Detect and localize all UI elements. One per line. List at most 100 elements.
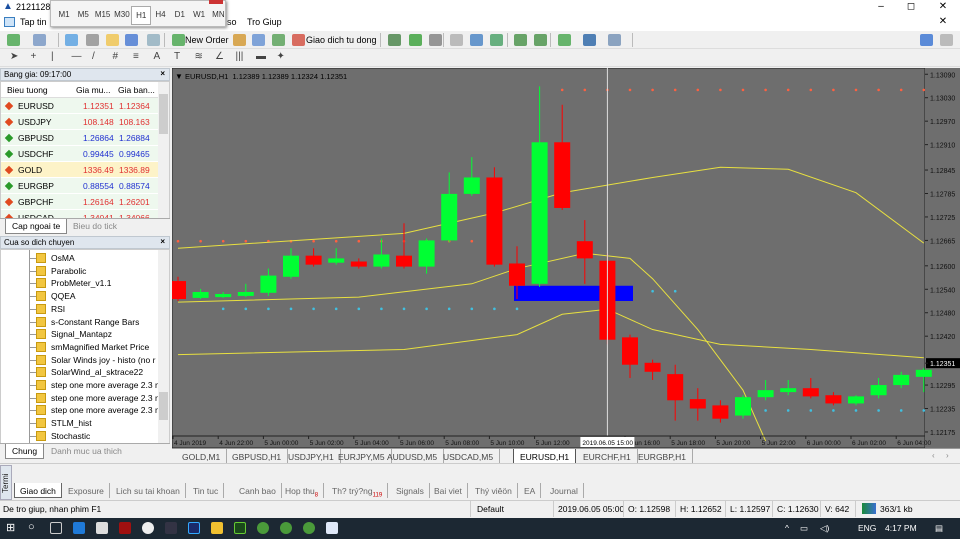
maximize-button[interactable]: ◻: [896, 0, 926, 14]
tab-scroll-left-icon[interactable]: ‹: [932, 451, 935, 460]
chart-canvas[interactable]: 1.13090 1.13030 1.12970 1.12910 1.12845 1.127…: [172, 68, 960, 448]
close-button[interactable]: ✕: [928, 0, 958, 14]
chrome-icon[interactable]: [257, 522, 269, 534]
tab-symbols[interactable]: Cap ngoai te: [5, 219, 68, 234]
trendline-icon[interactable]: /: [92, 51, 95, 62]
tab-scroll-right-icon[interactable]: ›: [946, 451, 949, 460]
text-label-icon[interactable]: T: [174, 51, 180, 62]
search-icon[interactable]: [920, 34, 933, 46]
tab-favorites[interactable]: Danh muc ua thich: [45, 444, 128, 459]
chart-tab[interactable]: EURGBP,H1: [632, 449, 694, 464]
terminal-tab[interactable]: Hop thu8: [280, 483, 325, 499]
navigator-icon[interactable]: [106, 34, 119, 46]
terminal-tab[interactable]: Signals: [391, 483, 430, 498]
gann-icon[interactable]: ∠: [215, 51, 224, 62]
chart-tab[interactable]: EURUSD,H1: [513, 449, 577, 464]
cycle-lines-icon[interactable]: |||: [236, 51, 244, 62]
line-chart-icon[interactable]: [429, 34, 442, 46]
crosshair-icon[interactable]: [86, 34, 99, 46]
close-icon[interactable]: ×: [160, 69, 165, 78]
market-watch-row[interactable]: EURUSD 1.12351 1.12364: [1, 98, 169, 114]
vertical-line-icon[interactable]: |: [51, 51, 54, 62]
market-watch-row[interactable]: GBPCHF 1.26164 1.26201: [1, 194, 169, 210]
minimize-button[interactable]: –: [866, 0, 896, 14]
equidistant-channel-icon[interactable]: #: [113, 51, 119, 62]
price-chart[interactable]: 1.13090 1.13030 1.12970 1.12910 1.12845 1.127…: [172, 68, 960, 448]
terminal-tab[interactable]: Journal: [545, 483, 584, 498]
windows-start-icon[interactable]: ⊞: [6, 521, 15, 534]
autoscroll-icon[interactable]: [534, 34, 547, 46]
column-ask[interactable]: Gia ban...: [118, 85, 155, 95]
column-symbol[interactable]: Bieu tuong: [7, 85, 48, 95]
market-watch-icon[interactable]: [65, 34, 78, 46]
terminal-tab[interactable]: Bai viet: [429, 483, 468, 498]
terminal-tab[interactable]: Thý viêön: [470, 483, 518, 498]
close-icon[interactable]: ×: [160, 237, 165, 246]
chart-tab[interactable]: USDCAD,M5: [437, 449, 501, 464]
tab-tick-chart[interactable]: Bieu do tick: [67, 219, 123, 234]
zoom-in-icon[interactable]: [450, 34, 463, 46]
auto-trading-icon[interactable]: [292, 34, 305, 46]
crosshair-icon[interactable]: +: [31, 51, 37, 62]
chart-close-button[interactable]: ✕: [928, 15, 958, 29]
timeframe-m15[interactable]: M15: [93, 10, 113, 19]
auto-trading-button[interactable]: Giao dich tu dong: [306, 35, 377, 45]
timeframe-mn[interactable]: MN: [208, 10, 228, 19]
dreamweaver-icon[interactable]: [234, 522, 246, 534]
candlestick-icon[interactable]: [409, 34, 422, 46]
chart-tab[interactable]: GOLD,M1: [176, 449, 228, 464]
timeframe-m30[interactable]: M30: [112, 10, 132, 19]
fibo-fan-icon[interactable]: ≋: [195, 51, 203, 62]
timeframe-h4[interactable]: H4: [151, 10, 171, 19]
timeframe-m1[interactable]: M1: [54, 10, 74, 19]
tab-common[interactable]: Chung: [5, 444, 45, 459]
edge-icon[interactable]: [73, 522, 85, 534]
zoom-out-icon[interactable]: [470, 34, 483, 46]
timeframe-h1[interactable]: H1: [131, 6, 152, 25]
market-watch-row[interactable]: USDCHF 0.99445 0.99465: [1, 146, 169, 162]
app-icon[interactable]: [96, 522, 108, 534]
tray-chevron-icon[interactable]: ^: [785, 523, 789, 533]
templates-icon[interactable]: [608, 34, 621, 46]
horizontal-line-icon[interactable]: —: [72, 51, 82, 62]
file-explorer-icon[interactable]: [211, 522, 223, 534]
maps-icon[interactable]: [142, 522, 154, 534]
column-bid[interactable]: Gia mu...: [76, 85, 110, 95]
community-icon[interactable]: [252, 34, 265, 46]
new-order-button[interactable]: New Order: [185, 35, 229, 45]
terminal-tab[interactable]: EA: [519, 483, 542, 498]
strategy-tester-icon[interactable]: [147, 34, 160, 46]
terminal-icon[interactable]: [125, 34, 138, 46]
bar-chart-icon[interactable]: [388, 34, 401, 46]
arrows-icon[interactable]: ✦: [277, 51, 285, 62]
chart-collapse-icon[interactable]: ▼: [175, 72, 183, 81]
rectangle-icon[interactable]: ▬: [256, 51, 266, 62]
app-icon[interactable]: [165, 522, 177, 534]
market-watch-row[interactable]: GOLD 1336.49 1336.89: [1, 162, 169, 178]
market-watch-row[interactable]: EURGBP 0.88554 0.88574: [1, 178, 169, 194]
chart-shift-icon[interactable]: [514, 34, 527, 46]
volume-icon[interactable]: ◁): [820, 523, 829, 534]
terminal-tab[interactable]: Exposure: [63, 483, 110, 498]
market-watch-row[interactable]: USDJPY 108.148 108.163: [1, 114, 169, 130]
text-icon[interactable]: A: [154, 51, 161, 62]
new-chart-icon[interactable]: [7, 34, 20, 46]
notifications-icon[interactable]: ▤: [935, 523, 943, 534]
chrome-icon[interactable]: [280, 522, 292, 534]
menu-item[interactable]: Tap tin: [20, 17, 47, 27]
chart-menu-icon[interactable]: [4, 17, 15, 27]
chrome-icon[interactable]: [303, 522, 315, 534]
terminal-tab[interactable]: Canh bao: [234, 483, 282, 498]
metatrader-icon[interactable]: [326, 522, 338, 534]
market-icon[interactable]: [272, 34, 285, 46]
language-indicator[interactable]: ENG: [858, 523, 876, 533]
chart-tab[interactable]: AUDUSD,M5: [381, 449, 445, 464]
tile-windows-icon[interactable]: [490, 34, 503, 46]
terminal-tab[interactable]: Giao dich: [14, 483, 62, 498]
metaeditor-icon[interactable]: [233, 34, 246, 46]
profiles-icon[interactable]: [33, 34, 46, 46]
market-watch-row[interactable]: GBPUSD 1.26864 1.26884: [1, 130, 169, 146]
chart-tab[interactable]: GBPUSD,H1: [226, 449, 289, 464]
terminal-tab[interactable]: Tin tuc: [188, 483, 225, 498]
search-icon[interactable]: ○: [28, 521, 35, 533]
